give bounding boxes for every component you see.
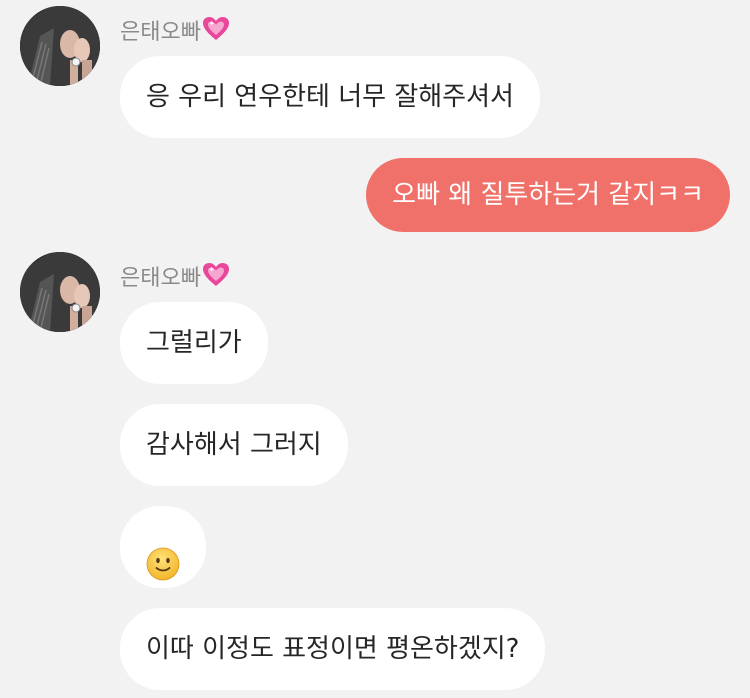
- avatar-photo-icon: [20, 252, 100, 332]
- message-bubble[interactable]: 감사해서 그러지: [120, 404, 348, 486]
- message-bubble-outgoing[interactable]: 오빠 왜 질투하는거 같지ㅋㅋ: [366, 158, 730, 232]
- sender-name: 은태오빠: [120, 262, 230, 293]
- pink-sparkling-heart-icon: [202, 262, 230, 293]
- avatar-photo-icon: [20, 6, 100, 86]
- sender-avatar[interactable]: [20, 6, 100, 86]
- message-bubble-emoji[interactable]: [120, 506, 206, 588]
- sender-avatar[interactable]: [20, 252, 100, 332]
- slightly-smiling-face-icon: [146, 532, 180, 614]
- message-bubble[interactable]: 응 우리 연우한테 너무 잘해주셔서: [120, 56, 540, 138]
- sender-name-text: 은태오빠: [120, 266, 201, 291]
- message-bubble[interactable]: 이따 이정도 표정이면 평온하겠지?: [120, 608, 546, 690]
- sender-name: 은태오빠: [120, 16, 230, 47]
- sender-name-text: 은태오빠: [120, 20, 201, 45]
- pink-sparkling-heart-icon: [202, 16, 230, 47]
- message-bubble[interactable]: 그럴리가: [120, 302, 268, 384]
